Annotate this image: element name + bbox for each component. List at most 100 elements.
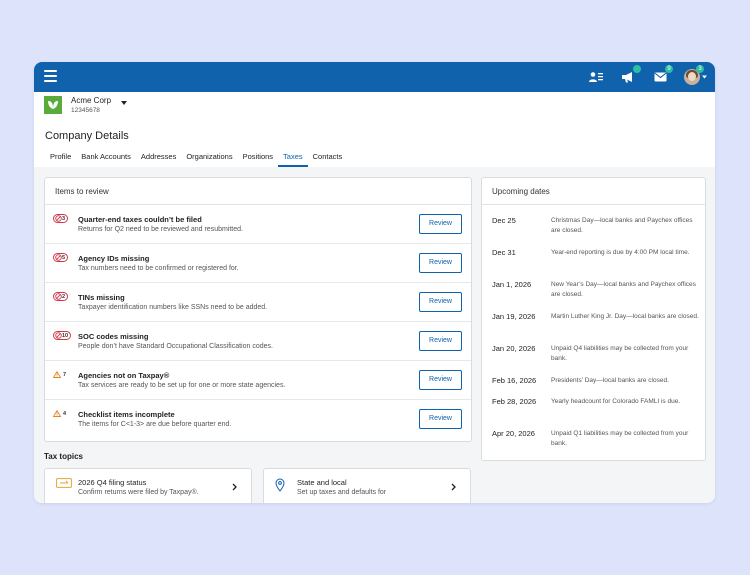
review-item: 4 Checklist items incomplete The items f… bbox=[45, 400, 471, 439]
topic-title: 2026 Q4 filing status bbox=[78, 478, 147, 487]
no-entry-icon bbox=[55, 215, 62, 222]
upcoming-date: Dec 31 bbox=[492, 248, 516, 257]
company-dropdown-caret[interactable] bbox=[121, 101, 128, 105]
review-item: 3 Quarter-end taxes couldn’t be filed Re… bbox=[45, 205, 471, 244]
megaphone-icon[interactable] bbox=[620, 65, 641, 85]
megaphone-badge bbox=[633, 65, 641, 73]
upcoming-date: Feb 16, 2026 bbox=[492, 376, 537, 385]
error-badge: 2 bbox=[53, 292, 69, 301]
upcoming-date-description: Christmas Day—local banks and Paychex of… bbox=[551, 217, 693, 234]
upcoming-dates-card: Upcoming dates Dec 25 Christmas Day—loca… bbox=[481, 177, 706, 461]
warning-icon bbox=[53, 371, 61, 378]
warning-count: 4 bbox=[63, 410, 67, 417]
upcoming-date: Dec 25 bbox=[492, 216, 516, 225]
tab-bank-accounts[interactable]: Bank Accounts bbox=[76, 150, 136, 167]
mail-badge: 9 bbox=[665, 65, 673, 73]
avatar-badge: 3 bbox=[696, 65, 704, 73]
review-item-title: Checklist items incomplete bbox=[78, 410, 175, 419]
error-count: 5 bbox=[62, 254, 66, 261]
menu-icon[interactable] bbox=[44, 70, 57, 82]
chevron-down-icon bbox=[702, 75, 707, 79]
review-item-title: TINs missing bbox=[78, 293, 125, 302]
review-button[interactable]: Review bbox=[419, 253, 462, 273]
app-window: 9 3 Acme Corp 12345678 Company Details P… bbox=[34, 62, 715, 503]
upcoming-date: Apr 20, 2026 bbox=[492, 429, 535, 438]
tab-addresses[interactable]: Addresses bbox=[136, 150, 181, 167]
review-item-subtitle: Tax numbers need to be confirmed or regi… bbox=[78, 265, 239, 272]
main-content: Items to review 3 Quarter-end taxes coul… bbox=[34, 167, 715, 503]
items-to-review-heading: Items to review bbox=[45, 178, 471, 205]
ticket-icon bbox=[56, 478, 72, 488]
no-entry-icon bbox=[55, 254, 62, 261]
tab-organizations[interactable]: Organizations bbox=[181, 150, 237, 167]
page-title: Company Details bbox=[45, 130, 129, 142]
error-badge: 10 bbox=[53, 331, 72, 340]
contacts-icon[interactable] bbox=[588, 69, 604, 85]
warning-count: 7 bbox=[63, 371, 67, 378]
review-button[interactable]: Review bbox=[419, 409, 462, 429]
topic-card-filing-status[interactable]: 2026 Q4 filing status Confirm returns we… bbox=[44, 468, 252, 503]
company-switcher[interactable]: Acme Corp 12345678 bbox=[44, 96, 128, 114]
review-item: 7 Agencies not on Taxpay® Tax services a… bbox=[45, 361, 471, 400]
upcoming-date: Jan 19, 2026 bbox=[492, 312, 536, 321]
tab-taxes[interactable]: Taxes bbox=[278, 150, 308, 167]
review-button[interactable]: Review bbox=[419, 370, 462, 390]
topic-card-state-and-local[interactable]: State and local Set up taxes and default… bbox=[263, 468, 471, 503]
topic-subtitle: Confirm returns were filed by Taxpay®. bbox=[78, 489, 199, 496]
upcoming-date-description: New Year’s Day—local banks and Paychex o… bbox=[551, 281, 696, 298]
warning-badge: 4 bbox=[53, 409, 66, 418]
review-item-subtitle: Taxpayer identification numbers like SSN… bbox=[78, 304, 268, 311]
avatar: 3 bbox=[684, 65, 704, 85]
items-to-review-card: Items to review 3 Quarter-end taxes coul… bbox=[44, 177, 472, 442]
topic-title: State and local bbox=[297, 478, 347, 487]
upcoming-dates-heading: Upcoming dates bbox=[482, 178, 705, 205]
top-bar-actions: 9 3 bbox=[588, 62, 707, 92]
error-count: 2 bbox=[62, 293, 66, 300]
no-entry-icon bbox=[55, 293, 62, 300]
chevron-right-icon bbox=[451, 483, 456, 491]
chevron-right-icon bbox=[232, 483, 237, 491]
review-item-title: Agency IDs missing bbox=[78, 254, 150, 263]
upcoming-date-description: Yearly headcount for Colorado FAMLI is d… bbox=[551, 398, 681, 405]
tab-profile[interactable]: Profile bbox=[45, 150, 76, 167]
upcoming-date-description: Year-end reporting is due by 4:00 PM loc… bbox=[551, 249, 690, 256]
user-menu[interactable]: 3 bbox=[684, 65, 707, 85]
review-item-title: Quarter-end taxes couldn’t be filed bbox=[78, 215, 202, 224]
upcoming-date-description: Martin Luther King Jr. Day—local banks a… bbox=[551, 313, 699, 320]
topic-subtitle: Set up taxes and defaults for bbox=[297, 489, 387, 496]
review-item-title: SOC codes missing bbox=[78, 332, 149, 341]
review-item-subtitle: Tax services are ready to be set up for … bbox=[78, 382, 286, 389]
review-button[interactable]: Review bbox=[419, 214, 462, 234]
tab-bar: Profile Bank Accounts Addresses Organiza… bbox=[45, 150, 347, 167]
company-id: 12345678 bbox=[71, 107, 100, 114]
tab-contacts[interactable]: Contacts bbox=[308, 150, 348, 167]
map-pin-icon bbox=[275, 478, 285, 492]
upcoming-date-description: Presidents’ Day—local banks are closed. bbox=[551, 377, 669, 384]
top-bar: 9 3 bbox=[34, 62, 715, 92]
error-badge: 5 bbox=[53, 253, 69, 262]
review-item: 5 Agency IDs missing Tax numbers need to… bbox=[45, 244, 471, 283]
review-item-subtitle: People don’t have Standard Occupational … bbox=[78, 343, 273, 350]
tax-topics-heading: Tax topics bbox=[44, 452, 83, 461]
error-count: 10 bbox=[62, 332, 69, 339]
upcoming-date: Feb 28, 2026 bbox=[492, 397, 537, 406]
upcoming-date: Jan 1, 2026 bbox=[492, 280, 532, 289]
review-item: 10 SOC codes missing People don’t have S… bbox=[45, 322, 471, 361]
warning-icon bbox=[53, 410, 61, 417]
upcoming-date-description: Unpaid Q1 liabilities may be collected f… bbox=[551, 430, 689, 447]
upcoming-date: Jan 20, 2026 bbox=[492, 344, 536, 353]
no-entry-icon bbox=[55, 332, 62, 339]
tab-positions[interactable]: Positions bbox=[238, 150, 278, 167]
company-name: Acme Corp bbox=[71, 96, 112, 105]
review-item-title: Agencies not on Taxpay® bbox=[78, 371, 170, 380]
warning-badge: 7 bbox=[53, 370, 66, 379]
review-item-subtitle: The items for C<1-3> are due before quar… bbox=[78, 421, 232, 428]
review-button[interactable]: Review bbox=[419, 292, 462, 312]
error-count: 3 bbox=[62, 215, 66, 222]
review-button[interactable]: Review bbox=[419, 331, 462, 351]
upcoming-date-description: Unpaid Q4 liabilities may be collected f… bbox=[551, 345, 689, 362]
mail-icon[interactable]: 9 bbox=[652, 65, 673, 85]
review-item-subtitle: Returns for Q2 need to be reviewed and r… bbox=[78, 226, 243, 233]
error-badge: 3 bbox=[53, 214, 69, 223]
company-logo bbox=[44, 96, 62, 114]
